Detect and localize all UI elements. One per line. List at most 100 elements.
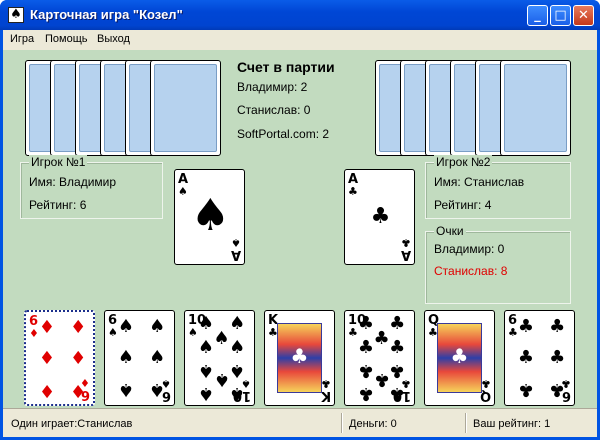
clubs-icon: ♣ — [517, 347, 535, 368]
spades-icon: ♠ — [197, 313, 215, 335]
spades-icon: ♠ — [197, 359, 215, 381]
diamonds-icon: ♦ — [29, 327, 39, 340]
status-divider — [465, 413, 467, 433]
spades-icon: ♠ — [229, 337, 246, 359]
spades-icon: ♠ — [117, 347, 135, 368]
title-bar[interactable]: ♠ Карточная игра "Козел" _ □ ✕ — [0, 0, 600, 30]
diamonds-icon: ♦ — [38, 348, 56, 369]
points-player1: Владимир: 0 — [434, 242, 505, 256]
hand-card[interactable]: 6 ♣ 6 ♣ ♣ ♣ ♣ ♣ ♣ ♣ — [504, 310, 575, 406]
diamonds-icon: ♦ — [70, 317, 87, 339]
court-figure: ♣ — [437, 323, 482, 393]
menu-bar: Игра Помощь Выход — [3, 30, 597, 50]
diamonds-icon: ♦ — [38, 379, 56, 401]
player1-title: Игрок №1 — [29, 155, 88, 169]
score-row: Станислав: 0 — [237, 103, 311, 117]
clubs-icon: ♣ — [348, 185, 358, 198]
hand-card[interactable]: K ♣ K ♣ ♣ — [264, 310, 335, 406]
card-rank: A — [400, 247, 411, 262]
spades-icon: ♠ — [213, 369, 230, 391]
clubs-icon: ♣ — [321, 377, 331, 390]
clubs-icon: ♣ — [508, 326, 518, 339]
clubs-icon: ♣ — [517, 378, 535, 400]
clubs-icon: ♣ — [290, 344, 309, 368]
player1-name: Имя: Владимир — [29, 175, 117, 189]
diamonds-icon: ♦ — [38, 317, 56, 339]
minimize-button[interactable]: _ — [527, 5, 548, 26]
clubs-icon: ♣ — [357, 359, 375, 381]
spades-icon: ♠ — [197, 337, 215, 359]
diamonds-icon: ♦ — [70, 379, 87, 401]
status-divider — [341, 413, 343, 433]
card-rank: K — [320, 388, 331, 403]
close-button[interactable]: ✕ — [573, 5, 594, 26]
clubs-icon: ♣ — [389, 337, 406, 359]
card-rank: A — [230, 247, 241, 262]
clubs-icon: ♣ — [389, 382, 406, 404]
played-card: A ♣ A ♣ ♣ — [344, 169, 415, 265]
clubs-icon: ♣ — [357, 382, 375, 404]
clubs-icon: ♣ — [348, 326, 358, 339]
card-back — [150, 60, 221, 156]
hand-card[interactable]: 6 ♦ 6 ♦ ♦ ♦ ♦ ♦ ♦ ♦ — [24, 310, 95, 406]
clubs-icon: ♣ — [549, 378, 566, 400]
window-title: Карточная игра "Козел" — [30, 7, 183, 22]
clubs-icon: ♣ — [517, 316, 535, 338]
status-bar: Один играет:Станислав Деньги: 0 Ваш рейт… — [3, 408, 597, 437]
spades-icon: ♠ — [229, 382, 246, 404]
hand-card[interactable]: 6 ♠ 6 ♠ ♠ ♠ ♠ ♠ ♠ ♠ — [104, 310, 175, 406]
score-row: Владимир: 2 — [237, 80, 308, 94]
spades-icon: ♠ — [231, 236, 241, 249]
player2-title: Игрок №2 — [434, 155, 493, 169]
spades-icon: ♠ — [190, 190, 231, 241]
hand-card[interactable]: Q ♣ Q ♣ ♣ — [424, 310, 495, 406]
player1-rating: Рейтинг: 6 — [29, 198, 87, 212]
menu-exit[interactable]: Выход — [97, 33, 130, 45]
points-title: Очки — [434, 224, 466, 238]
player2-name: Имя: Станислав — [434, 175, 525, 189]
clubs-icon: ♣ — [357, 313, 375, 335]
clubs-icon: ♣ — [481, 377, 491, 390]
player2-group: Игрок №2 Имя: Станислав Рейтинг: 4 — [425, 155, 571, 219]
hand-card[interactable]: 10 ♠ 10 ♠ ♠ ♠ ♠ ♠ ♠ ♠ ♠ ♠ ♠ ♠ — [184, 310, 255, 406]
court-figure: ♣ — [277, 323, 322, 393]
menu-game[interactable]: Игра — [10, 33, 34, 45]
spades-icon: ♠ — [213, 327, 230, 349]
game-table: Счет в партии Владимир: 2 Станислав: 0 S… — [3, 50, 597, 408]
status-mode: Один играет:Станислав — [11, 418, 133, 430]
points-group: Очки Владимир: 0 Станислав: 8 — [425, 224, 571, 304]
diamonds-icon: ♦ — [70, 348, 87, 369]
clubs-icon: ♣ — [373, 369, 390, 391]
app-window: ♠ Карточная игра "Козел" _ □ ✕ Игра Помо… — [0, 0, 600, 440]
spades-icon: ♠ — [149, 378, 166, 400]
player1-group: Игрок №1 Имя: Владимир Рейтинг: 6 — [20, 155, 163, 219]
spades-icon: ♠ — [108, 326, 118, 339]
clubs-icon: ♣ — [401, 236, 411, 249]
spades-icon: ♠ — [117, 378, 135, 400]
card-back — [500, 60, 571, 156]
clubs-icon: ♣ — [450, 344, 469, 368]
player2-rating: Рейтинг: 4 — [434, 198, 492, 212]
hand-card[interactable]: 10 ♣ 10 ♣ ♣ ♣ ♣ ♣ ♣ ♣ ♣ ♣ ♣ ♣ — [344, 310, 415, 406]
spades-icon: ♠ — [229, 359, 246, 381]
maximize-button[interactable]: □ — [550, 5, 571, 26]
clubs-icon: ♣ — [357, 337, 375, 359]
score-row: SoftPortal.com: 2 — [237, 127, 330, 141]
spades-icon: ♠ — [229, 313, 246, 335]
spades-icon: ♠ — [188, 326, 198, 339]
clubs-icon: ♣ — [370, 204, 391, 229]
menu-help[interactable]: Помощь — [45, 33, 88, 45]
status-money: Деньги: 0 — [349, 418, 397, 430]
status-rating: Ваш рейтинг: 1 — [473, 418, 551, 430]
played-card: A ♠ A ♠ ♠ — [174, 169, 245, 265]
clubs-icon: ♣ — [389, 313, 406, 335]
spades-icon: ♠ — [149, 347, 166, 368]
points-player2: Станислав: 8 — [434, 264, 508, 278]
spades-icon: ♠ — [149, 316, 166, 338]
spades-icon: ♠ — [117, 316, 135, 338]
spade-icon: ♠ — [8, 7, 24, 23]
score-title: Счет в партии — [237, 59, 335, 75]
clubs-icon: ♣ — [549, 347, 566, 368]
clubs-icon: ♣ — [389, 359, 406, 381]
spades-icon: ♠ — [197, 382, 215, 404]
